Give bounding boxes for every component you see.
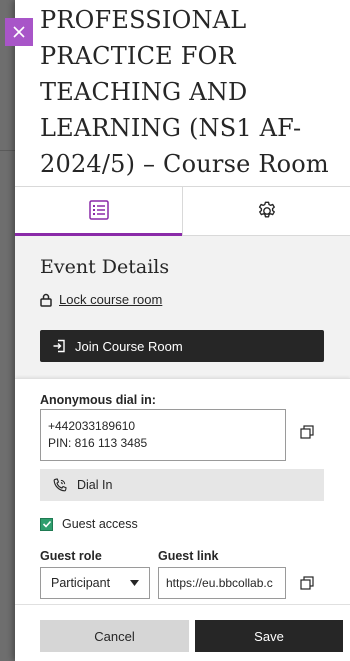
guest-role-value: Participant <box>51 576 111 590</box>
tab-details[interactable] <box>15 187 182 236</box>
copy-dial-icon[interactable] <box>300 425 314 439</box>
cancel-button[interactable]: Cancel <box>40 620 189 652</box>
guest-access-checkbox[interactable] <box>40 517 53 531</box>
lock-icon <box>40 293 52 307</box>
dial-in-info: +442033189610 PIN: 816 113 3485 <box>40 409 286 461</box>
join-course-room-button[interactable]: Join Course Room <box>40 330 324 362</box>
background-overlay <box>0 0 16 661</box>
dial-phone: +442033189610 <box>48 419 136 433</box>
close-icon <box>13 26 25 38</box>
guest-link-value: https://eu.bbcollab.c <box>166 576 273 590</box>
lock-course-room-link[interactable]: Lock course room <box>59 292 162 307</box>
tab-settings[interactable] <box>182 187 350 236</box>
tab-bar <box>15 186 350 236</box>
gear-icon <box>258 201 275 218</box>
panel-content: Event Details Lock course room Join Cour… <box>15 236 350 661</box>
guest-access-label: Guest access <box>62 517 138 531</box>
event-details-section: Event Details Lock course room Join Cour… <box>15 236 350 378</box>
course-room-panel: PROFESSIONAL PRACTICE FOR TEACHING AND L… <box>15 0 350 661</box>
guest-role-label: Guest role <box>40 549 102 563</box>
guest-link-label: Guest link <box>158 549 219 563</box>
dial-in-button[interactable]: Dial In <box>40 469 324 501</box>
dial-in-label-text: Dial In <box>77 478 113 492</box>
lock-course-room[interactable]: Lock course room <box>40 292 162 307</box>
background-divider <box>0 150 16 151</box>
dial-in-label: Anonymous dial in: <box>40 393 156 407</box>
guest-role-select[interactable]: Participant <box>40 567 150 599</box>
close-button[interactable] <box>5 18 33 46</box>
chevron-down-icon <box>130 580 139 586</box>
enter-icon <box>53 339 65 353</box>
event-details-heading: Event Details <box>40 256 170 278</box>
panel-footer: Cancel Save <box>15 604 350 661</box>
dial-pin: PIN: 816 113 3485 <box>48 436 148 450</box>
guest-link-field[interactable]: https://eu.bbcollab.c <box>158 567 286 599</box>
join-course-room-label: Join Course Room <box>75 338 183 354</box>
guest-access-row: Guest access <box>40 517 138 531</box>
phone-icon <box>53 477 67 491</box>
list-icon <box>88 200 109 220</box>
copy-link-icon[interactable] <box>300 576 314 590</box>
save-button[interactable]: Save <box>195 620 343 652</box>
panel-title: PROFESSIONAL PRACTICE FOR TEACHING AND L… <box>40 6 329 178</box>
checkmark-icon <box>42 520 51 528</box>
